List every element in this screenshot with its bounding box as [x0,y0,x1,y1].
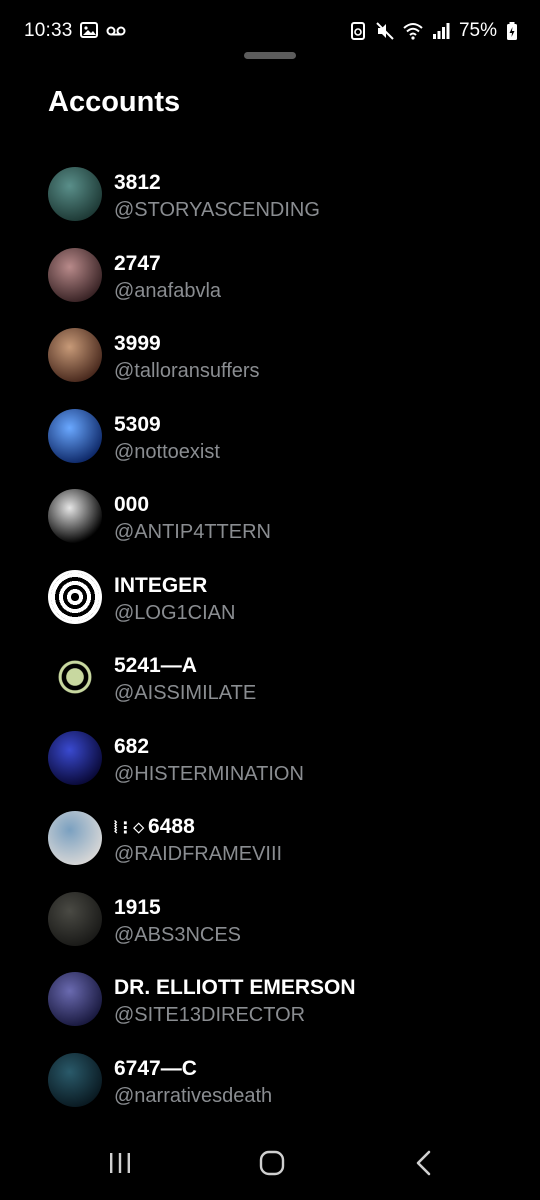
sheet-title: Accounts [48,86,181,118]
recent-apps-icon [110,1153,130,1173]
account-avatar [48,489,102,543]
status-left-icons [80,21,126,39]
account-row[interactable]: 1915 @ABS3NCES [0,878,540,959]
account-handle: @anafabvla [114,279,222,302]
account-handle: @RAIDFRAMEVIII [114,843,283,865]
account-name: 6747—C [114,1057,197,1081]
account-name: 2747 [114,252,161,276]
account-name-text: 000 [114,493,150,516]
mute-icon [376,22,394,40]
account-row[interactable]: 3812 @STORYASCENDING [0,153,540,234]
account-avatar [48,891,102,946]
account-handle: @nottoexist [114,440,220,463]
account-name: 000 [114,493,149,517]
account-handle: @SITE13DIRECTOR [114,1004,306,1026]
account-list: 3812 @STORYASCENDING 2747 @anafabvla 3999 @ta… [0,153,540,1119]
account-name-text: 5241—A [114,654,197,677]
wifi-icon [403,23,423,40]
account-name: INTEGER [114,574,207,598]
account-name-text: 3999 [114,332,161,355]
account-row[interactable]: 5309 @nottoexist [0,395,540,476]
account-handle: @LOG1CIAN [114,601,236,624]
voicemail-icon [106,26,126,36]
back-button[interactable] [404,1148,444,1178]
account-row[interactable]: 000 @ANTIP4TTERN [0,475,540,556]
back-icon [416,1150,431,1176]
account-name: DR. ELLIOTT EMERSON [114,976,356,1000]
account-name-text: 3812 [114,171,161,194]
account-name: 3999 [114,332,161,356]
account-row[interactable]: 3999 @talloransuffers [0,314,540,395]
gallery-icon [80,22,98,38]
sheet-drag-handle[interactable] [244,52,296,59]
account-avatar [48,569,102,624]
account-row[interactable]: 5241—A @AISSIMILATE [0,636,540,717]
home-icon [259,1150,285,1176]
account-avatar [48,408,102,463]
battery-percent: 75% [458,20,497,41]
account-avatar [48,328,102,382]
account-row[interactable]: DR. ELLIOTT EMERSON @SITE13DIRECTOR [0,958,540,1039]
account-name-text: 682 [114,734,150,758]
account-handle: @talloransuffers [114,360,260,382]
account-avatar [48,972,102,1026]
account-name-text: 5309 [114,412,161,436]
account-name-text: DR. ELLIOTT EMERSON [114,976,356,999]
account-name-text: 2747 [114,251,161,275]
recent-apps-button[interactable] [100,1148,140,1178]
account-name: 3812 [114,171,161,195]
account-row[interactable]: 2747 @anafabvla [0,234,540,315]
account-name-text: INTEGER [114,573,208,597]
account-handle: @narrativesdeath [114,1084,273,1107]
account-name-text: 6747—C [114,1056,197,1080]
account-row[interactable]: 6747—C @narrativesdeath [0,1039,540,1120]
account-row[interactable]: ⦚⋮⬦ 6488 @RAIDFRAMEVIII [0,797,540,878]
account-avatar [48,167,102,221]
account-row[interactable]: INTEGER @LOG1CIAN [0,556,540,637]
account-handle: @STORYASCENDING [114,199,320,221]
account-name-prefix: ⦚⋮⬦ [114,818,145,837]
signal-icon [432,23,450,39]
account-handle: @ANTIP4TTERN [114,521,271,543]
status-right-icons: 75% [349,20,518,42]
account-avatar [48,650,102,704]
data-saver-icon [350,22,365,40]
battery-icon [507,22,517,40]
home-button[interactable] [252,1148,292,1178]
account-name: 5309 [114,413,161,437]
navigation-bar [0,1120,540,1200]
account-name-text: 6488 [148,815,195,838]
account-name-text: 1915 [114,895,161,919]
account-handle: @HISTERMINATION [114,762,304,785]
account-row[interactable]: 682 @HISTERMINATION [0,717,540,798]
account-avatar [48,811,102,865]
account-name: 1915 [114,896,161,920]
account-name: ⦚⋮⬦ 6488 [114,815,195,839]
account-name: 5241—A [114,654,197,678]
account-avatar [48,247,102,302]
account-handle: @ABS3NCES [114,923,242,946]
account-avatar [48,1052,102,1107]
account-name: 682 [114,735,149,759]
status-time: 10:33 [24,20,73,41]
account-handle: @AISSIMILATE [114,682,257,704]
account-avatar [48,730,102,785]
